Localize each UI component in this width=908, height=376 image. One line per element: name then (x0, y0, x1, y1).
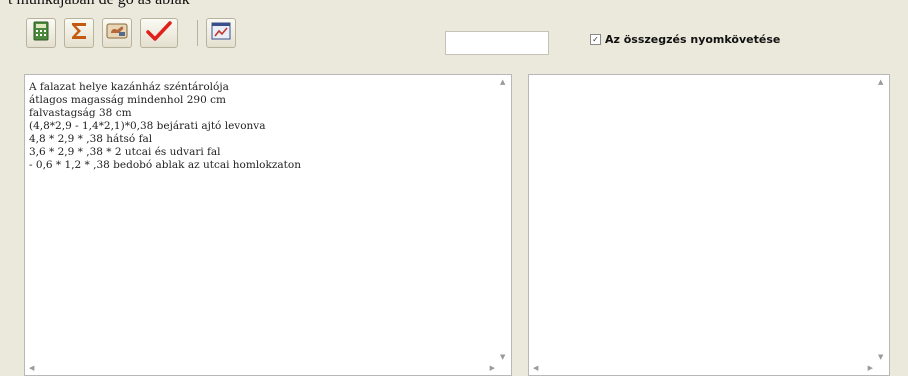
scroll-right-icon[interactable]: ▶ (490, 365, 495, 372)
pointer-button[interactable] (102, 18, 132, 48)
result-text-area[interactable]: ▲ ▼ ◀ ▶ (528, 74, 890, 376)
calculation-line: 3,6 * 2,9 * ,38 * 2 utcai és udvari fal (29, 146, 221, 158)
toolbar-separator (197, 20, 198, 46)
horizontal-scrollbar[interactable]: ◀ ▶ (529, 363, 875, 375)
scroll-down-icon[interactable]: ▼ (878, 354, 883, 361)
trace-label: Az összegzés nyomkövetése (605, 33, 781, 46)
checkmark-icon (145, 20, 173, 46)
vertical-scrollbar[interactable]: ▲ ▼ (875, 75, 889, 363)
calculation-line: - 0,6 * 1,2 * ,38 bedobó ablak az utcai … (29, 159, 301, 171)
hand-pointer-icon (106, 21, 128, 45)
calculator-button[interactable] (26, 18, 56, 48)
scroll-up-icon[interactable]: ▲ (878, 79, 883, 86)
calculation-line: falvastagság 38 cm (29, 107, 132, 119)
value-field[interactable] (445, 31, 549, 55)
scroll-right-icon[interactable]: ▶ (868, 365, 873, 372)
sigma-sum-icon (69, 21, 89, 45)
calculation-line: A falazat helye kazánház széntárolója (29, 81, 229, 93)
calculator-icon (32, 21, 50, 45)
sum-button[interactable] (64, 18, 94, 48)
chart-window-button[interactable] (206, 18, 236, 48)
scroll-down-icon[interactable]: ▼ (500, 354, 505, 361)
calculation-text-area[interactable]: A falazat helye kazánház széntárolója át… (24, 74, 512, 376)
chart-window-icon (211, 22, 231, 44)
check-button[interactable] (140, 18, 178, 48)
scroll-left-icon[interactable]: ◀ (533, 365, 538, 372)
calculation-line: átlagos magasság mindenhol 290 cm (29, 94, 226, 106)
calculation-lines: A falazat helye kazánház széntárolója át… (29, 81, 301, 172)
calculation-line: 4,8 * 2,9 * ,38 hátsó fal (29, 133, 153, 145)
top-text-fragment: t munkájában de gó ás ablak (8, 0, 190, 9)
trace-option[interactable]: ✓ Az összegzés nyomkövetése (590, 33, 780, 46)
scroll-left-icon[interactable]: ◀ (29, 365, 34, 372)
vertical-scrollbar[interactable]: ▲ ▼ (497, 75, 511, 363)
horizontal-scrollbar[interactable]: ◀ ▶ (25, 363, 497, 375)
toolbar (26, 18, 236, 52)
trace-checkbox[interactable]: ✓ (590, 34, 601, 45)
scroll-up-icon[interactable]: ▲ (500, 79, 505, 86)
calculation-line: (4,8*2,9 - 1,4*2,1)*0,38 bejárati ajtó l… (29, 120, 266, 132)
